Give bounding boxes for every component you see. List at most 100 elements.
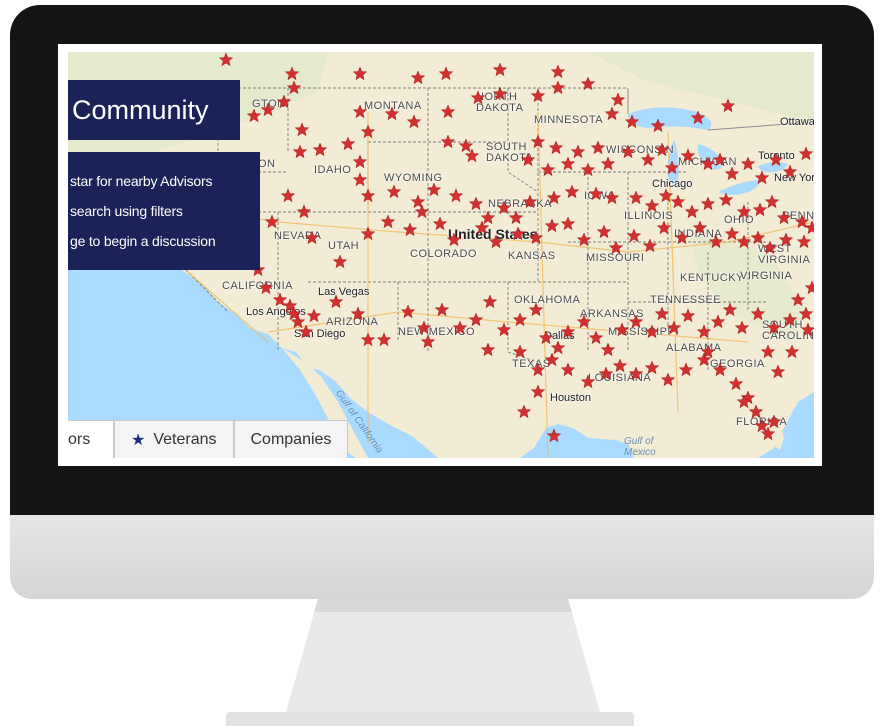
star-marker-icon[interactable] (458, 138, 474, 153)
star-marker-icon[interactable] (512, 312, 528, 327)
star-marker-icon[interactable] (360, 124, 376, 139)
star-marker-icon[interactable] (766, 320, 782, 335)
star-marker-icon[interactable] (724, 166, 740, 181)
star-marker-icon[interactable] (546, 190, 562, 205)
star-marker-icon[interactable] (264, 214, 280, 229)
star-marker-icon[interactable] (488, 234, 504, 249)
star-marker-icon[interactable] (708, 234, 724, 249)
star-marker-icon[interactable] (628, 366, 644, 381)
star-marker-icon[interactable] (352, 154, 368, 169)
star-marker-icon[interactable] (400, 304, 416, 319)
star-marker-icon[interactable] (650, 118, 666, 133)
star-marker-icon[interactable] (696, 324, 712, 339)
star-marker-icon[interactable] (604, 106, 620, 121)
star-marker-icon[interactable] (680, 308, 696, 323)
star-marker-icon[interactable] (576, 232, 592, 247)
star-marker-icon[interactable] (664, 160, 680, 175)
star-marker-icon[interactable] (722, 302, 738, 317)
star-marker-icon[interactable] (496, 322, 512, 337)
star-marker-icon[interactable] (628, 314, 644, 329)
star-marker-icon[interactable] (522, 194, 538, 209)
star-marker-icon[interactable] (692, 220, 708, 235)
star-marker-icon[interactable] (544, 352, 560, 367)
star-marker-icon[interactable] (798, 306, 814, 321)
star-marker-icon[interactable] (528, 302, 544, 317)
star-marker-icon[interactable] (776, 210, 792, 225)
star-marker-icon[interactable] (610, 92, 626, 107)
star-marker-icon[interactable] (782, 164, 798, 179)
star-marker-icon[interactable] (596, 224, 612, 239)
star-marker-icon[interactable] (608, 240, 624, 255)
star-marker-icon[interactable] (328, 294, 344, 309)
star-marker-icon[interactable] (440, 134, 456, 149)
star-marker-icon[interactable] (474, 220, 490, 235)
star-marker-icon[interactable] (218, 52, 234, 67)
star-marker-icon[interactable] (406, 114, 422, 129)
star-marker-icon[interactable] (778, 232, 794, 247)
star-marker-icon[interactable] (446, 232, 462, 247)
star-marker-icon[interactable] (678, 362, 694, 377)
star-marker-icon[interactable] (296, 204, 312, 219)
star-marker-icon[interactable] (402, 222, 418, 237)
star-marker-icon[interactable] (710, 314, 726, 329)
star-marker-icon[interactable] (720, 98, 736, 113)
star-marker-icon[interactable] (380, 214, 396, 229)
star-marker-icon[interactable] (680, 148, 696, 163)
star-marker-icon[interactable] (734, 320, 750, 335)
star-marker-icon[interactable] (416, 320, 432, 335)
star-marker-icon[interactable] (530, 384, 546, 399)
star-marker-icon[interactable] (520, 152, 536, 167)
star-marker-icon[interactable] (246, 108, 262, 123)
star-marker-icon[interactable] (560, 156, 576, 171)
star-marker-icon[interactable] (580, 76, 596, 91)
star-marker-icon[interactable] (410, 70, 426, 85)
star-marker-icon[interactable] (740, 156, 756, 171)
star-marker-icon[interactable] (350, 306, 366, 321)
star-marker-icon[interactable] (624, 114, 640, 129)
star-marker-icon[interactable] (530, 134, 546, 149)
star-marker-icon[interactable] (790, 292, 806, 307)
star-marker-icon[interactable] (798, 146, 814, 161)
star-marker-icon[interactable] (644, 324, 660, 339)
star-marker-icon[interactable] (640, 152, 656, 167)
star-marker-icon[interactable] (670, 194, 686, 209)
tab-veterans[interactable]: ★ Veterans (114, 420, 234, 458)
star-marker-icon[interactable] (284, 66, 300, 81)
star-marker-icon[interactable] (352, 104, 368, 119)
star-marker-icon[interactable] (700, 196, 716, 211)
star-marker-icon[interactable] (736, 234, 752, 249)
star-marker-icon[interactable] (764, 194, 780, 209)
star-marker-icon[interactable] (804, 280, 814, 295)
star-marker-icon[interactable] (736, 204, 752, 219)
star-marker-icon[interactable] (598, 366, 614, 381)
star-marker-icon[interactable] (644, 360, 660, 375)
star-marker-icon[interactable] (432, 216, 448, 231)
star-marker-icon[interactable] (600, 342, 616, 357)
star-marker-icon[interactable] (700, 156, 716, 171)
star-marker-icon[interactable] (548, 140, 564, 155)
star-marker-icon[interactable] (628, 190, 644, 205)
star-marker-icon[interactable] (464, 148, 480, 163)
star-marker-icon[interactable] (468, 196, 484, 211)
star-marker-icon[interactable] (546, 428, 562, 443)
star-marker-icon[interactable] (516, 404, 532, 419)
star-marker-icon[interactable] (360, 332, 376, 347)
star-marker-icon[interactable] (614, 322, 630, 337)
star-marker-icon[interactable] (712, 362, 728, 377)
star-marker-icon[interactable] (512, 344, 528, 359)
star-marker-icon[interactable] (280, 188, 296, 203)
star-marker-icon[interactable] (612, 358, 628, 373)
star-marker-icon[interactable] (258, 280, 274, 295)
star-marker-icon[interactable] (306, 308, 322, 323)
star-marker-icon[interactable] (420, 334, 436, 349)
star-marker-icon[interactable] (352, 172, 368, 187)
star-marker-icon[interactable] (480, 342, 496, 357)
star-marker-icon[interactable] (376, 332, 392, 347)
star-marker-icon[interactable] (510, 226, 526, 241)
star-marker-icon[interactable] (550, 64, 566, 79)
star-marker-icon[interactable] (560, 324, 576, 339)
star-marker-icon[interactable] (530, 88, 546, 103)
star-marker-icon[interactable] (360, 188, 376, 203)
star-marker-icon[interactable] (492, 62, 508, 77)
star-marker-icon[interactable] (550, 80, 566, 95)
